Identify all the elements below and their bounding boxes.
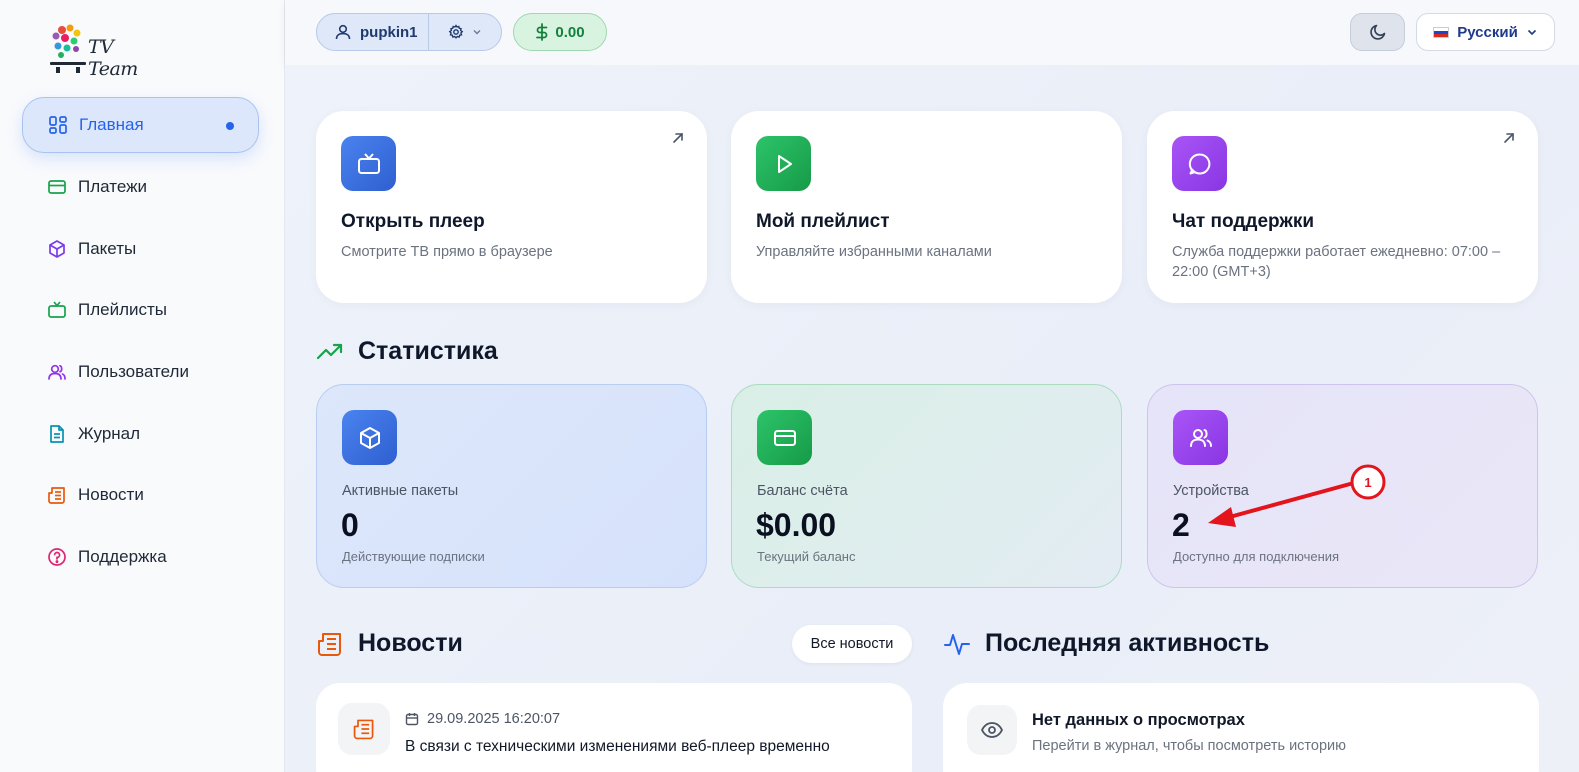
eye-icon <box>967 705 1017 755</box>
package-box-icon <box>342 410 397 465</box>
help-circle-icon <box>46 546 68 568</box>
open-player-card[interactable]: Открыть плеер Смотрите ТВ прямо в браузе… <box>316 111 707 303</box>
sidebar-item-news[interactable]: Новости <box>22 467 259 523</box>
sidebar-item-payments[interactable]: Платежи <box>22 159 259 215</box>
user-profile-button[interactable]: pupkin1 <box>317 14 429 50</box>
card-title: Мой плейлист <box>756 211 890 232</box>
user-icon <box>335 24 351 40</box>
moon-icon <box>1369 24 1385 40</box>
username-label: pupkin1 <box>360 23 418 41</box>
language-selector[interactable]: Русский <box>1416 13 1555 51</box>
all-news-button[interactable]: Все новости <box>792 625 912 663</box>
trending-up-icon <box>316 342 344 362</box>
card-description: Смотрите ТВ прямо в браузере <box>341 244 553 260</box>
main-content: Открыть плеер Смотрите ТВ прямо в браузе… <box>285 65 1579 772</box>
news-section-title: Новости <box>316 629 463 658</box>
support-chat-card[interactable]: Чат поддержки Служба поддержки работает … <box>1147 111 1538 303</box>
credit-card-icon <box>757 410 812 465</box>
card-description: Управляйте избранными каналами <box>756 244 992 260</box>
activity-empty-title: Нет данных о просмотрах <box>1032 711 1245 729</box>
top-header: pupkin1 0.00 Русский <box>285 0 1579 65</box>
stats-section-title: Статистика <box>316 337 498 366</box>
stat-card-devices: Устройства 2 Доступно для подключения <box>1147 384 1538 588</box>
news-date-text: 29.09.2025 16:20:07 <box>427 711 561 727</box>
section-title-text: Последняя активность <box>985 629 1270 657</box>
gear-icon <box>448 24 464 39</box>
stat-value: 2 <box>1172 507 1190 543</box>
sidebar-item-packages[interactable]: Пакеты <box>22 221 259 277</box>
sidebar-item-label: Платежи <box>78 177 147 196</box>
stat-subtitle: Доступно для подключения <box>1173 549 1340 564</box>
stat-value: 0 <box>341 507 359 543</box>
settings-dropdown-button[interactable] <box>429 14 501 50</box>
russia-flag-icon <box>1433 26 1450 38</box>
stat-label: Активные пакеты <box>342 483 459 499</box>
chevron-down-icon <box>1527 29 1536 36</box>
card-title: Открыть плеер <box>341 211 485 232</box>
sidebar-item-label: Пользователи <box>78 362 189 381</box>
stat-card-balance: Баланс счёта $0.00 Текущий баланс <box>731 384 1122 588</box>
credit-card-icon <box>46 176 68 198</box>
logo-text: TV Team <box>88 36 138 80</box>
sidebar-item-users[interactable]: Пользователи <box>22 344 259 400</box>
sidebar-item-label: Пакеты <box>78 239 137 258</box>
document-icon <box>46 423 68 445</box>
section-title-text: Статистика <box>358 337 498 365</box>
tv-icon <box>46 299 68 321</box>
stat-value: $0.00 <box>756 507 837 543</box>
newspaper-icon <box>338 703 390 755</box>
section-title-text: Новости <box>358 629 463 657</box>
stat-card-active-packages: Активные пакеты 0 Действующие подписки <box>316 384 707 588</box>
sidebar: TV Team Главная Платежи Пакеты Плейлисты… <box>0 0 285 772</box>
sidebar-item-label: Плейлисты <box>78 300 168 319</box>
sidebar-item-label: Главная <box>79 115 144 134</box>
activity-empty-link[interactable]: Перейти в журнал, чтобы посмотреть истор… <box>1032 738 1346 754</box>
sidebar-item-home[interactable]: Главная <box>22 97 259 153</box>
users-icon <box>46 361 68 383</box>
dashboard-grid-icon <box>47 114 69 136</box>
calendar-icon <box>405 713 419 726</box>
sidebar-item-journal[interactable]: Журнал <box>22 406 259 462</box>
stat-subtitle: Текущий баланс <box>757 549 856 564</box>
dollar-icon <box>536 23 548 41</box>
user-menu-group: pupkin1 <box>316 13 502 51</box>
stat-subtitle: Действующие подписки <box>342 549 485 564</box>
theme-toggle-button[interactable] <box>1350 13 1405 51</box>
news-item[interactable]: 29.09.2025 16:20:07 В связи с технически… <box>316 683 912 772</box>
news-date: 29.09.2025 16:20:07 <box>405 711 560 727</box>
language-label: Русский <box>1457 23 1518 41</box>
card-description: Служба поддержки работает ежедневно: 07:… <box>1172 244 1501 280</box>
chevron-down-icon <box>473 30 481 35</box>
sidebar-item-support[interactable]: Поддержка <box>22 529 259 585</box>
newspaper-icon <box>316 630 344 658</box>
activity-empty-card[interactable]: Нет данных о просмотрах Перейти в журнал… <box>943 683 1539 772</box>
card-title: Чат поддержки <box>1172 211 1315 232</box>
play-icon <box>756 136 811 191</box>
balance-value: 0.00 <box>555 23 585 41</box>
my-playlist-card[interactable]: Мой плейлист Управляйте избранными канал… <box>731 111 1122 303</box>
external-link-arrow-icon <box>673 133 683 143</box>
newspaper-icon <box>46 484 68 506</box>
stat-label: Устройства <box>1173 483 1249 499</box>
package-box-icon <box>46 238 68 260</box>
chat-bubble-icon <box>1172 136 1227 191</box>
users-icon <box>1173 410 1228 465</box>
activity-pulse-icon <box>943 630 971 658</box>
sidebar-item-label: Журнал <box>78 424 141 443</box>
sidebar-item-label: Новости <box>78 485 144 504</box>
sidebar-item-playlists[interactable]: Плейлисты <box>22 282 259 338</box>
tv-icon <box>341 136 396 191</box>
sidebar-item-label: Поддержка <box>78 547 167 566</box>
activity-section-title: Последняя активность <box>943 629 1269 658</box>
logo-flower-icon <box>50 24 86 73</box>
news-text: В связи с техническими изменениями веб-п… <box>405 738 830 755</box>
stat-label: Баланс счёта <box>757 483 848 499</box>
active-indicator-dot <box>226 122 234 130</box>
external-link-arrow-icon <box>1504 133 1514 143</box>
tv-team-logo[interactable]: TV Team <box>48 22 148 80</box>
balance-button[interactable]: 0.00 <box>513 13 607 51</box>
